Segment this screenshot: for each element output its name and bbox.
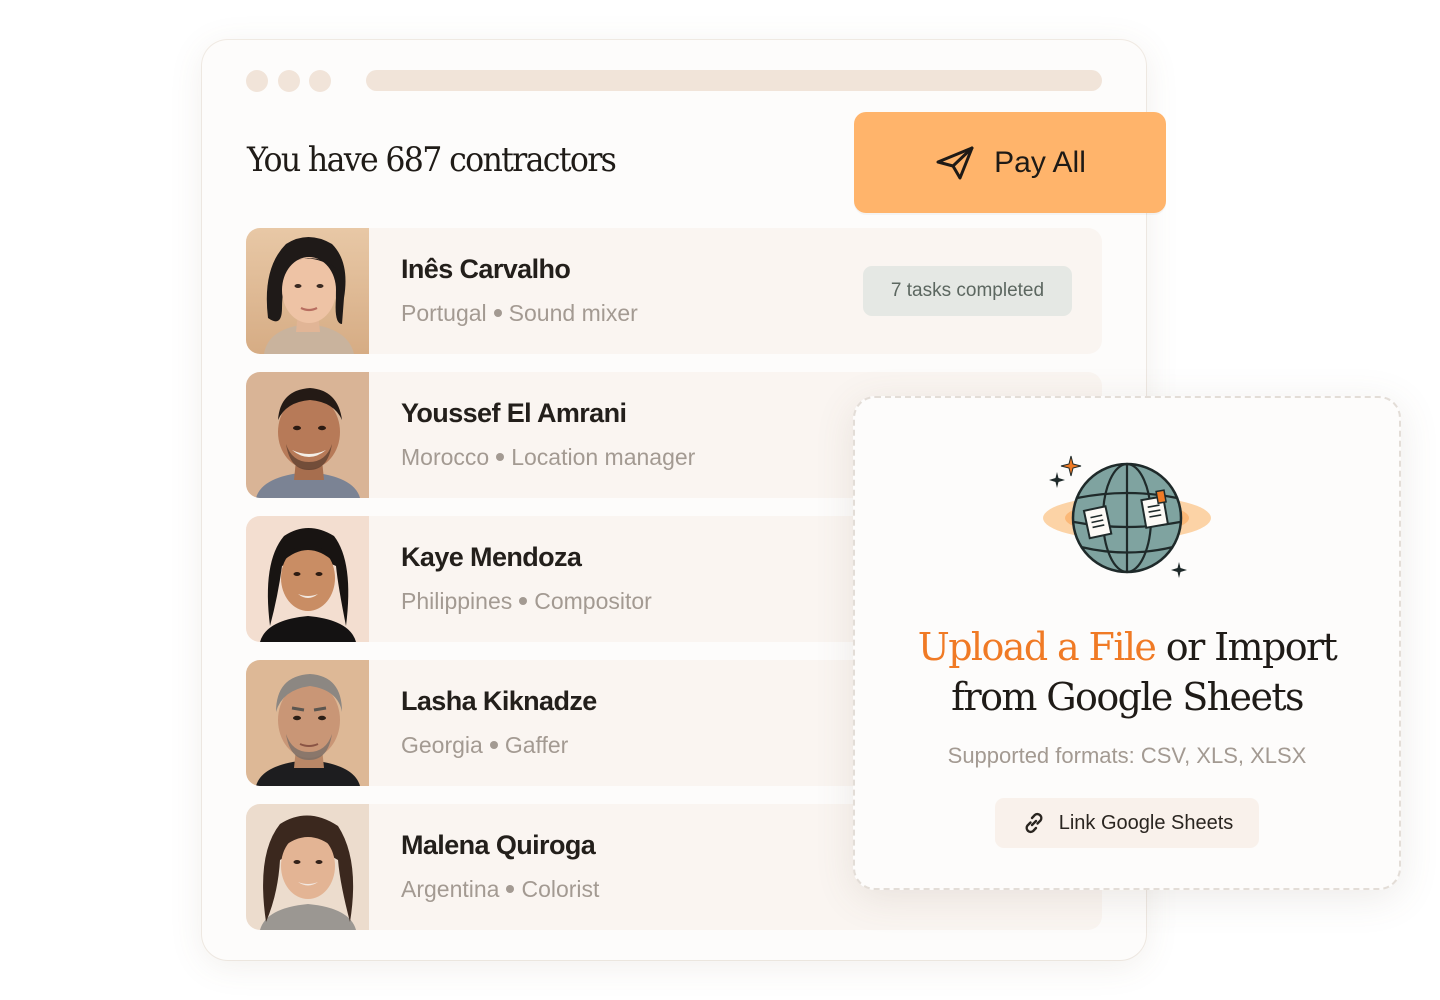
chain-link-icon: [1025, 812, 1043, 834]
contractor-name: Inês Carvalho: [401, 254, 571, 284]
separator-dot: [506, 884, 515, 893]
avatar: [246, 804, 369, 930]
upload-title-line1: Upload a File or Import: [855, 622, 1399, 672]
upload-title-line2: from Google Sheets: [951, 675, 1304, 719]
contractor-meta: Morocco Location manager: [401, 444, 695, 471]
contractor-country: Georgia: [401, 732, 483, 758]
contractor-role: Compositor: [534, 588, 652, 614]
pay-all-button[interactable]: Pay All: [854, 112, 1166, 213]
contractor-name: Malena Quiroga: [401, 830, 596, 860]
upload-title-accent: Upload a File: [917, 625, 1157, 669]
pay-all-label: Pay All: [994, 145, 1086, 179]
contractor-country: Argentina: [401, 876, 500, 902]
contractor-role: Colorist: [521, 876, 600, 902]
upload-dropzone[interactable]: Upload a File or Import from Google Shee…: [853, 396, 1401, 890]
contractor-name: Youssef El Amrani: [401, 398, 627, 428]
contractor-name: Kaye Mendoza: [401, 542, 582, 572]
contractor-country: Morocco: [401, 444, 490, 470]
separator-dot: [489, 740, 498, 749]
avatar: [246, 660, 369, 786]
link-google-sheets-button[interactable]: Link Google Sheets: [995, 798, 1259, 848]
separator-dot: [519, 596, 528, 605]
contractor-role: Gaffer: [504, 732, 569, 758]
window-dot-maximize[interactable]: [309, 70, 331, 92]
link-google-sheets-label: Link Google Sheets: [1058, 811, 1234, 834]
paper-plane-icon: [936, 146, 974, 179]
contractor-country: Philippines: [401, 588, 513, 614]
avatar: [246, 516, 369, 642]
contractor-meta: Portugal Sound mixer: [401, 300, 638, 327]
window-dot-close[interactable]: [246, 70, 268, 92]
avatar: [246, 228, 369, 354]
contractor-role: Sound mixer: [508, 300, 638, 326]
address-bar[interactable]: [366, 70, 1102, 91]
page-title: You have 687 contractors: [247, 140, 617, 180]
avatar: [246, 372, 369, 498]
contractor-meta: Georgia Gaffer: [401, 732, 568, 759]
supported-formats: Supported formats: CSV, XLS, XLSX: [947, 743, 1307, 768]
separator-dot: [496, 452, 505, 461]
window-dot-minimize[interactable]: [278, 70, 300, 92]
globe-documents-icon: [1043, 455, 1211, 578]
contractor-row[interactable]: Inês Carvalho Portugal Sound mixer 7 task…: [246, 228, 1102, 354]
contractor-meta: Philippines Compositor: [401, 588, 652, 615]
status-badge: 7 tasks completed: [863, 266, 1072, 316]
contractor-meta: Argentina Colorist: [401, 876, 599, 903]
contractor-country: Portugal: [401, 300, 487, 326]
separator-dot: [493, 308, 502, 317]
upload-title-rest: or Import: [1155, 625, 1338, 669]
contractor-name: Lasha Kiknadze: [401, 686, 597, 716]
contractor-role: Location manager: [511, 444, 696, 470]
